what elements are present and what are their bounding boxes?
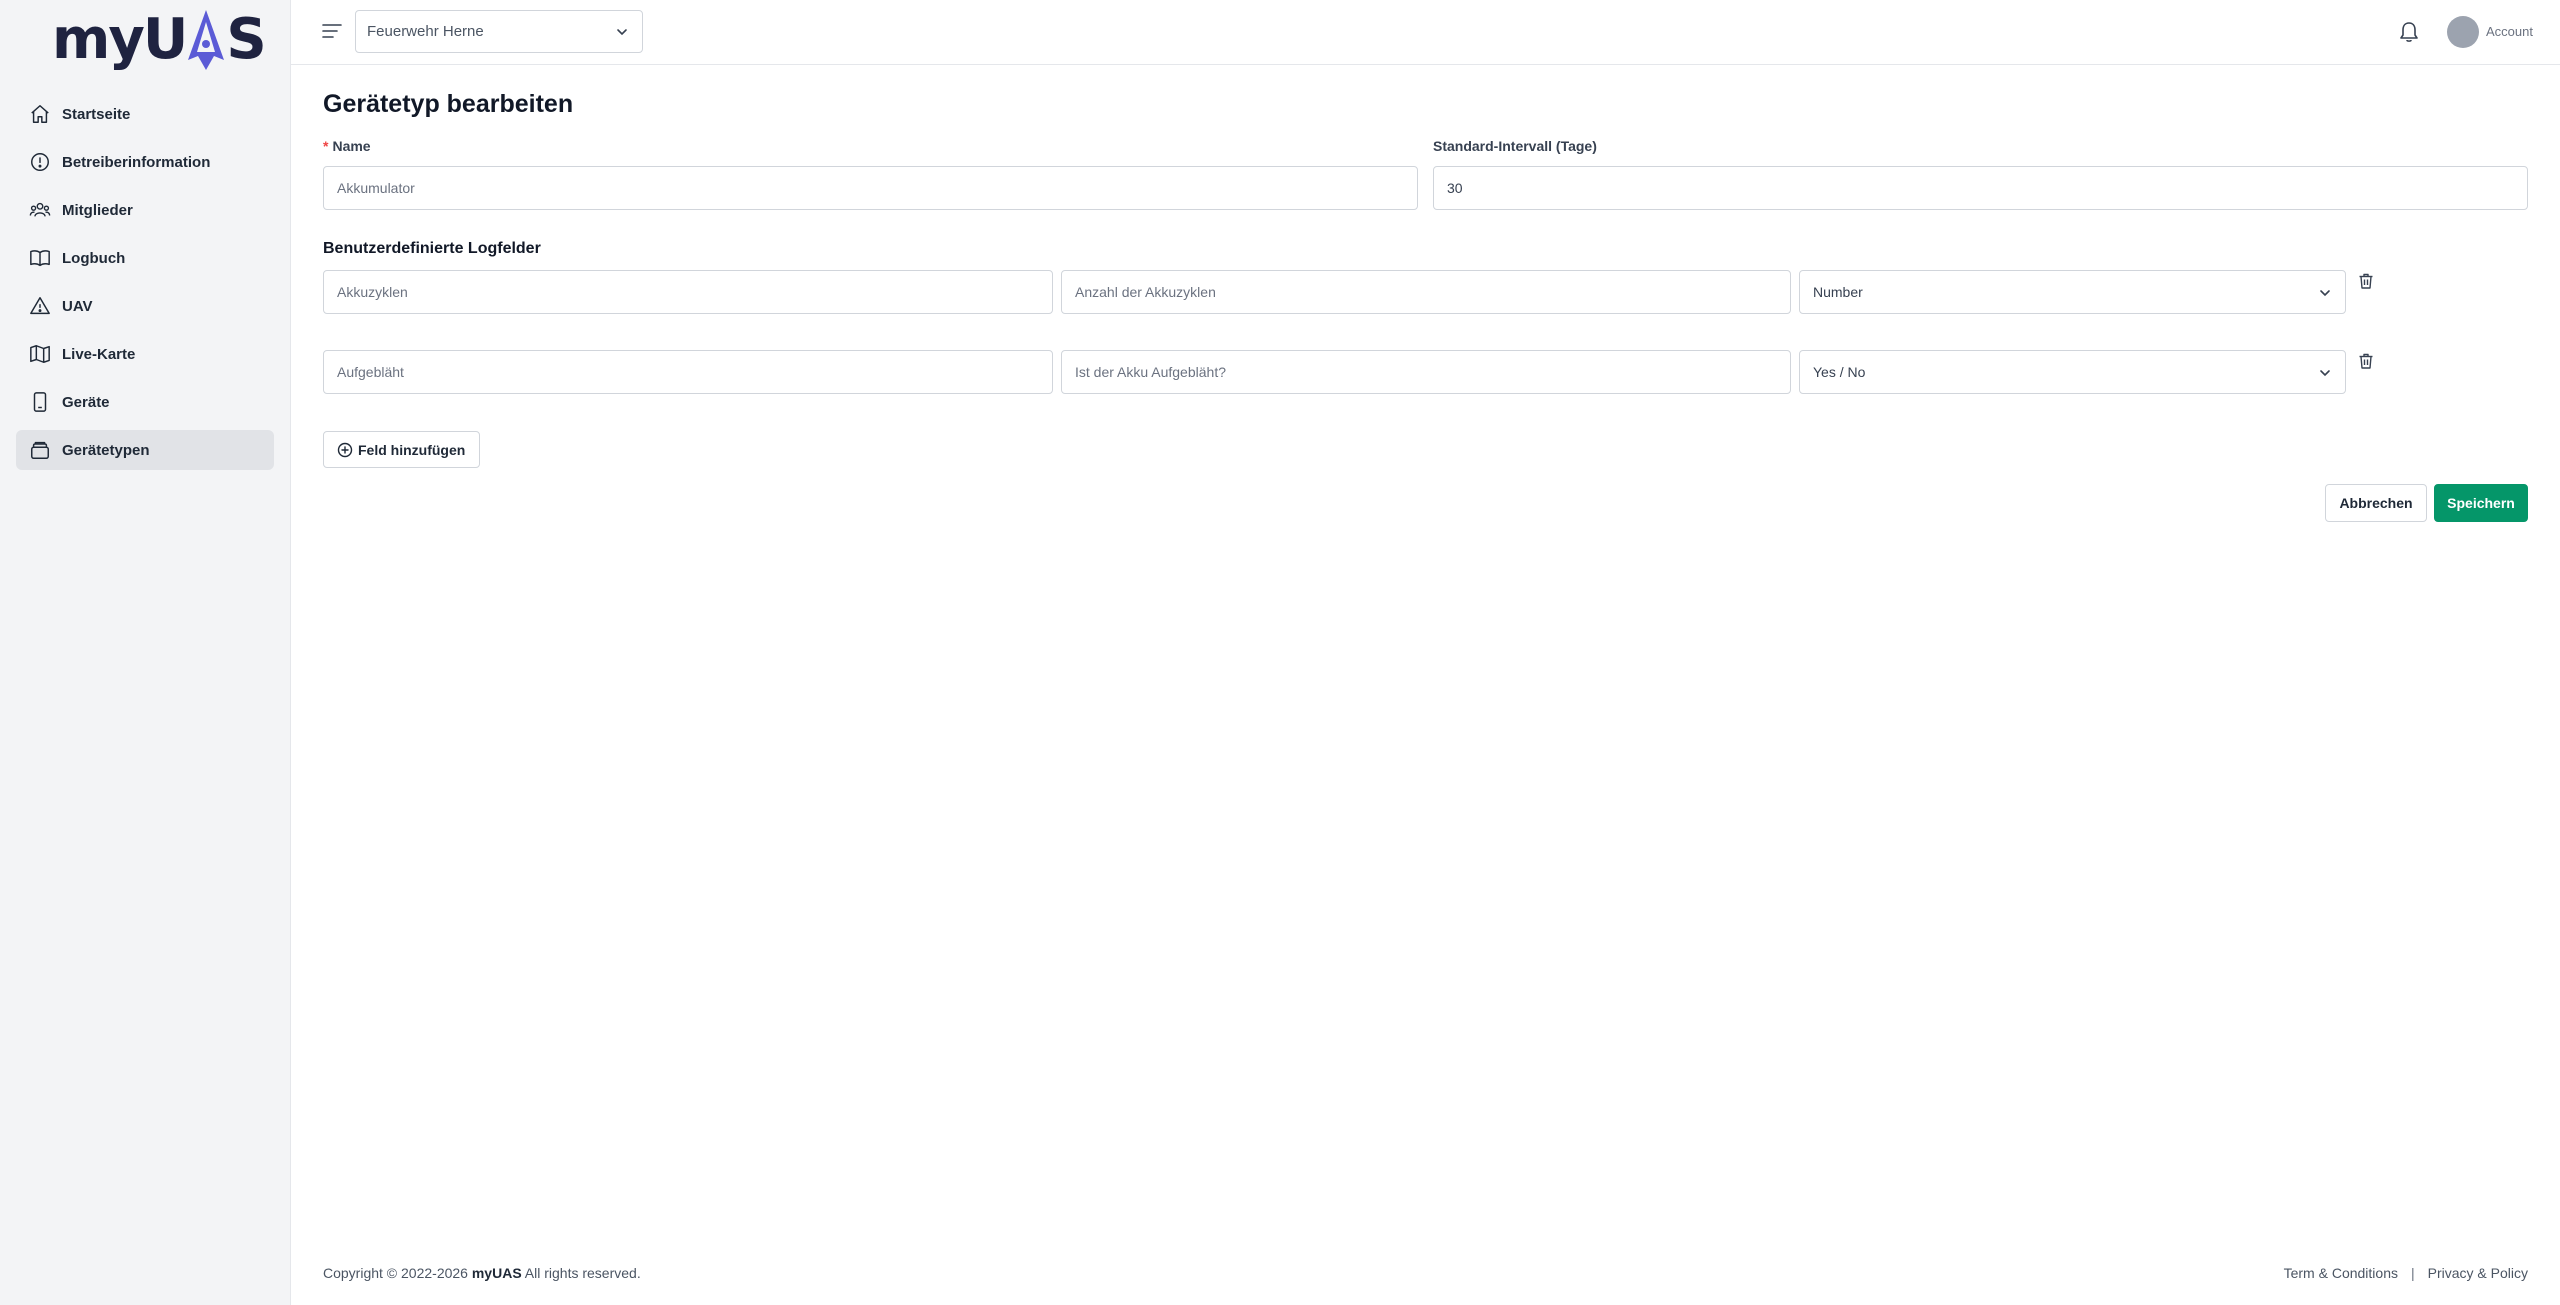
logo-text-left: myU — [52, 7, 188, 72]
field-type-value: Number — [1813, 284, 1863, 300]
footer-links: Term & Conditions | Privacy & Policy — [2284, 1265, 2528, 1281]
field-label-input[interactable]: Ist der Akku Aufgebläht? — [1061, 350, 1791, 394]
copyright-brand: myUAS — [471, 1265, 522, 1281]
chevron-down-icon — [2320, 290, 2330, 297]
book-icon — [30, 250, 50, 267]
name-input[interactable]: Akkumulator — [323, 166, 1418, 210]
field-label-input[interactable]: Anzahl der Akkuzyklen — [1061, 270, 1791, 314]
users-icon — [29, 202, 51, 217]
chevron-down-icon — [2320, 370, 2330, 377]
name-label-text: Name — [332, 138, 371, 154]
trash-icon[interactable] — [2357, 352, 2375, 370]
name-label: * Name — [323, 138, 371, 154]
device-icon — [33, 392, 47, 412]
logo-text-right: S — [226, 7, 266, 72]
sidebar: myU S Startseite Betreiberinformation Mi… — [0, 0, 291, 1305]
info-circle-icon — [31, 153, 49, 171]
sidebar-item-label: Gerätetypen — [62, 441, 150, 459]
home-icon — [31, 105, 49, 123]
sidebar-item-geraetetypen[interactable]: Gerätetypen — [16, 430, 274, 470]
bell-icon[interactable] — [2398, 20, 2420, 44]
copyright-suffix: All rights reserved. — [524, 1265, 641, 1281]
required-mark: * — [323, 138, 329, 154]
stack-icon — [31, 441, 49, 459]
sidebar-item-label: UAV — [62, 297, 93, 315]
map-icon — [30, 345, 50, 363]
footer-copyright: Copyright © 2022-2026 myUAS All rights r… — [323, 1265, 641, 1281]
plus-circle-icon — [337, 442, 353, 457]
sidebar-item-geraete[interactable]: Geräte — [16, 382, 274, 422]
avatar[interactable] — [2447, 16, 2479, 48]
sidebar-item-logbuch[interactable]: Logbuch — [16, 238, 274, 278]
sidebar-item-label: Live-Karte — [62, 345, 136, 363]
field-key-input[interactable]: Akkuzyklen — [323, 270, 1053, 314]
logo-text: myU S — [52, 7, 267, 72]
sidebar-item-live-karte[interactable]: Live-Karte — [16, 334, 274, 374]
custom-fields-title: Benutzerdefinierte Logfelder — [323, 240, 541, 257]
terms-link[interactable]: Term & Conditions — [2284, 1265, 2398, 1281]
sidebar-item-label: Startseite — [62, 105, 131, 123]
interval-input[interactable]: 30 — [1433, 166, 2528, 210]
footer-separator: | — [2411, 1265, 2415, 1281]
sidebar-item-betreiberinformation[interactable]: Betreiberinformation — [16, 142, 274, 182]
sidebar-item-mitglieder[interactable]: Mitglieder — [16, 190, 274, 230]
add-field-button[interactable]: Feld hinzufügen — [323, 431, 480, 468]
privacy-link[interactable]: Privacy & Policy — [2428, 1265, 2528, 1281]
sidebar-item-label: Logbuch — [62, 249, 126, 267]
organization-select-value: Feuerwehr Herne — [367, 23, 484, 40]
sidebar-item-label: Mitglieder — [62, 201, 133, 219]
copyright-prefix: Copyright © 2022-2026 — [323, 1265, 468, 1281]
field-type-select[interactable]: Yes / No — [1799, 350, 2346, 394]
cancel-button[interactable]: Abbrechen — [2325, 484, 2427, 522]
field-key-input[interactable]: Aufgebläht — [323, 350, 1053, 394]
sidebar-nav: Startseite Betreiberinformation Mitglied… — [16, 94, 274, 478]
sidebar-item-uav[interactable]: UAV — [16, 286, 274, 326]
sidebar-item-startseite[interactable]: Startseite — [16, 94, 274, 134]
sidebar-item-label: Betreiberinformation — [62, 153, 211, 171]
menu-icon[interactable] — [321, 20, 343, 42]
field-type-select[interactable]: Number — [1799, 270, 2346, 314]
triangle-icon — [30, 297, 50, 315]
page-title: Gerätetyp bearbeiten — [323, 90, 574, 118]
interval-label: Standard-Intervall (Tage) — [1433, 138, 1597, 154]
rocket-a-icon — [188, 10, 225, 70]
chevron-down-icon — [617, 29, 627, 36]
save-button[interactable]: Speichern — [2434, 484, 2528, 522]
add-field-label: Feld hinzufügen — [358, 441, 466, 458]
organization-select[interactable]: Feuerwehr Herne — [355, 10, 643, 53]
trash-icon[interactable] — [2357, 272, 2375, 290]
account-label[interactable]: Account — [2486, 24, 2533, 39]
field-type-value: Yes / No — [1813, 364, 1866, 380]
logo[interactable]: myU S — [52, 8, 267, 72]
sidebar-item-label: Geräte — [62, 393, 110, 411]
top-header: Feuerwehr Herne Account — [291, 0, 2560, 65]
